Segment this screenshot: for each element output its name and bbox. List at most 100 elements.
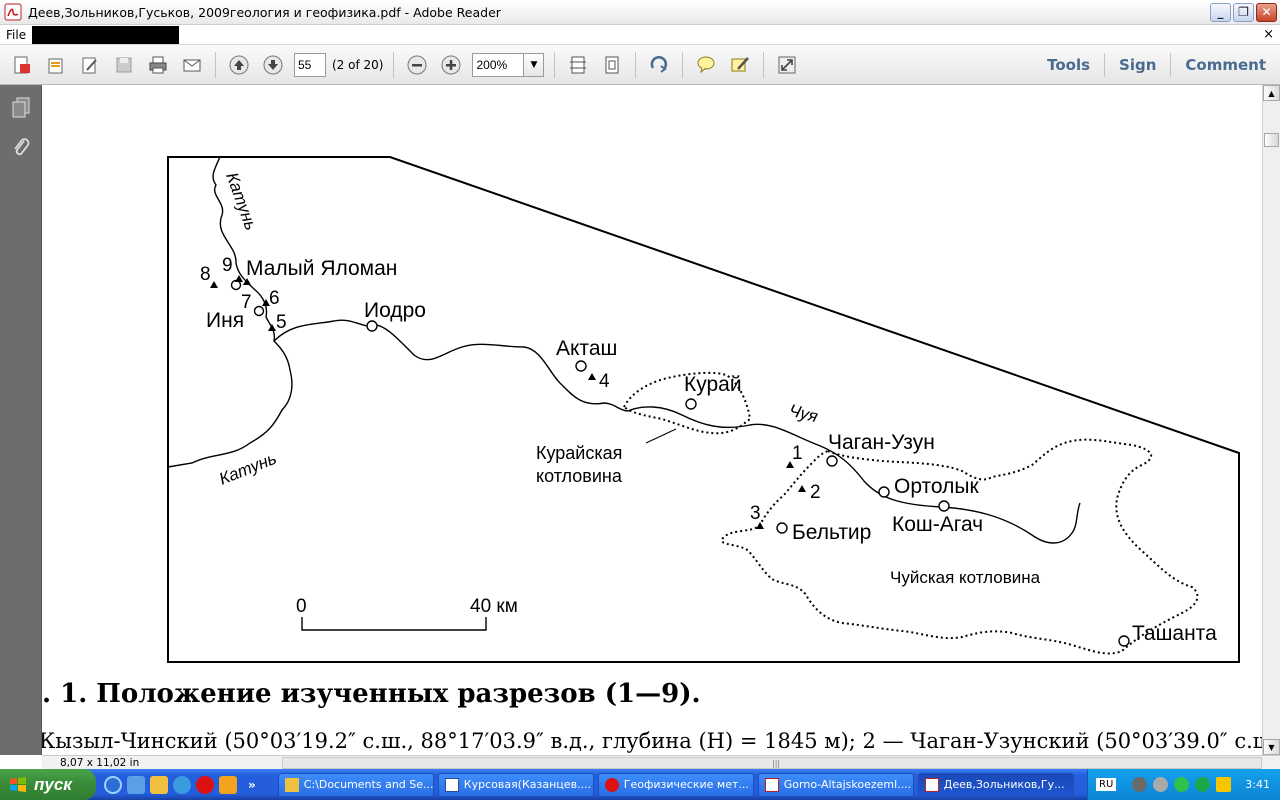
clock[interactable]: 3:41 <box>1245 778 1270 791</box>
full-screen-button[interactable] <box>773 51 801 79</box>
document-view: Малый Яломан Иня Иодро Акташ Курай Чаган… <box>42 85 1262 755</box>
fit-width-button[interactable] <box>564 51 592 79</box>
save-icon <box>116 57 132 72</box>
opera-icon[interactable] <box>196 775 214 794</box>
ie-icon[interactable] <box>104 775 122 794</box>
arrow-down-icon <box>263 55 283 74</box>
scale-bar <box>301 617 487 631</box>
export-button[interactable] <box>42 51 70 79</box>
section-marker-2 <box>798 485 806 492</box>
menu-file[interactable]: File <box>0 28 32 42</box>
task-pdf-2[interactable]: Gorno-Altajskoezeml.... <box>757 772 914 797</box>
attachments-button[interactable] <box>7 133 35 161</box>
page-thumbnails-button[interactable] <box>7 93 35 121</box>
word-icon <box>444 777 459 792</box>
create-pdf-button[interactable] <box>8 51 36 79</box>
quick-launch: » <box>96 775 264 794</box>
previous-page-button[interactable] <box>225 51 253 79</box>
plus-circle-icon <box>441 55 461 74</box>
navigation-pane <box>0 85 42 755</box>
section-number-4: 4 <box>599 371 610 392</box>
label-beltir: Бельтир <box>792 521 871 544</box>
envelope-icon <box>183 59 201 71</box>
scroll-thumb[interactable] <box>1264 133 1279 147</box>
save-button[interactable] <box>110 51 138 79</box>
folder-icon[interactable] <box>150 775 168 794</box>
sticky-note-button[interactable] <box>692 51 720 79</box>
antivirus-icon[interactable] <box>1195 777 1211 792</box>
page-number-input[interactable] <box>294 52 326 77</box>
start-button[interactable]: пуск <box>0 769 96 800</box>
section-marker-5 <box>268 324 276 331</box>
speech-bubble-icon <box>697 56 715 73</box>
tray-arrow-icon[interactable] <box>1132 777 1148 792</box>
map-figure: Малый Яломан Иня Иодро Акташ Курай Чаган… <box>167 156 1240 663</box>
warning-icon[interactable] <box>1216 777 1232 792</box>
minimize-button[interactable]: _ <box>1210 2 1231 22</box>
label-katun-bottom: Катунь <box>216 449 279 489</box>
task-pane-links: Tools Sign Comment <box>1033 45 1280 85</box>
section-number-7: 7 <box>241 292 252 313</box>
highlight-button[interactable] <box>726 51 754 79</box>
status-bar: 8,07 x 11,02 in ||| <box>42 755 1280 769</box>
network-icon[interactable] <box>1174 777 1190 792</box>
close-button[interactable]: ✕ <box>1256 2 1277 22</box>
zoom-input[interactable] <box>473 53 524 76</box>
media-icon[interactable] <box>173 775 191 794</box>
scroll-up-arrow-icon[interactable]: ▲ <box>1263 85 1280 101</box>
read-mode-button[interactable] <box>645 51 673 79</box>
label-kuray-basin-1: Курайская <box>536 443 622 463</box>
email-button[interactable] <box>178 51 206 79</box>
pdf-icon <box>924 777 939 792</box>
fit-width-icon <box>570 56 587 73</box>
label-kosh-agach: Кош-Агач <box>892 513 983 536</box>
create-pdf-icon <box>14 56 30 73</box>
highlighter-icon <box>731 56 750 71</box>
edit-button[interactable] <box>76 51 104 79</box>
scroll-down-arrow-icon[interactable]: ▼ <box>1263 739 1280 755</box>
label-chuya: Чуя <box>787 401 820 427</box>
browser-icon[interactable] <box>127 775 145 794</box>
task-opera[interactable]: Геофизические мет... <box>597 772 754 797</box>
settlement-ortolyk <box>878 486 890 498</box>
settlement-maly-yaloman <box>253 305 265 317</box>
task-adobe-reader[interactable]: Деев,Зольников,Гу... <box>917 772 1074 797</box>
comment-link[interactable]: Comment <box>1171 56 1280 74</box>
chevron-down-icon[interactable]: ▼ <box>523 53 544 76</box>
adobe-reader-icon <box>4 3 22 21</box>
horizontal-scrollbar[interactable]: ||| <box>282 756 1262 769</box>
tray-app-icon[interactable] <box>1153 777 1169 792</box>
settlement-iodro <box>366 320 378 332</box>
windows-flag-icon <box>10 776 26 792</box>
vertical-scrollbar[interactable]: ▲ ▼ <box>1262 85 1280 755</box>
more-chevron-icon[interactable]: » <box>248 778 256 792</box>
toolbar-separator <box>682 51 684 78</box>
fit-page-button[interactable] <box>598 51 626 79</box>
settlement-aktash <box>575 360 587 372</box>
section-number-9: 9 <box>222 255 233 276</box>
label-iodro: Иодро <box>364 299 426 322</box>
label-tashanta: Ташанта <box>1132 622 1217 645</box>
zoom-out-button[interactable] <box>403 51 431 79</box>
expand-icon <box>778 56 796 73</box>
label-chuy-basin: Чуйская котловина <box>890 568 1041 587</box>
section-number-6: 6 <box>269 288 280 309</box>
app-icon[interactable] <box>219 775 237 794</box>
task-explorer[interactable]: C:\Documents and Se... <box>277 772 434 797</box>
zoom-select[interactable]: ▼ <box>472 52 545 77</box>
sign-link[interactable]: Sign <box>1105 56 1170 74</box>
task-word[interactable]: Курсовая(Казанцев.... <box>437 772 594 797</box>
print-button[interactable] <box>144 51 172 79</box>
toolbar-separator <box>393 51 395 78</box>
zoom-in-button[interactable] <box>437 51 465 79</box>
maximize-button[interactable]: ❐ <box>1233 2 1254 22</box>
next-page-button[interactable] <box>259 51 287 79</box>
close-document-button[interactable]: × <box>1263 27 1274 42</box>
language-indicator[interactable]: RU <box>1096 778 1117 791</box>
system-tray: RU 3:41 <box>1087 769 1280 800</box>
chuy-basin-boundary <box>721 438 1199 655</box>
label-ortolyk: Ортолык <box>894 475 979 498</box>
tools-link[interactable]: Tools <box>1033 56 1104 74</box>
rotate-icon <box>651 55 668 73</box>
label-kuray: Курай <box>684 373 742 396</box>
